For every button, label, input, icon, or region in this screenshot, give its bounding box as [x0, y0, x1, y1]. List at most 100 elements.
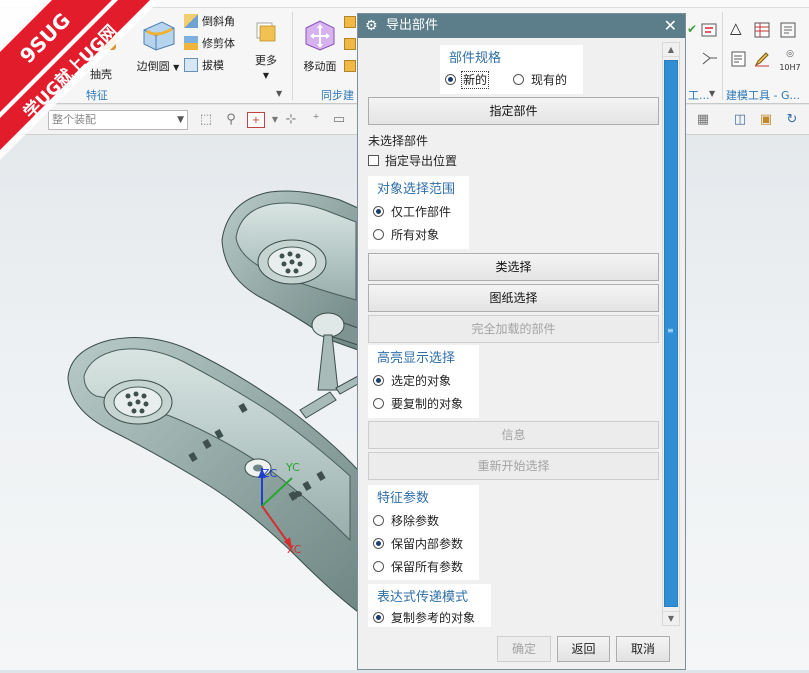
object-scope-title: 对象选择范围 [377, 182, 456, 197]
more-label: 更多 ▼ [255, 54, 277, 80]
draft-icon [184, 58, 198, 72]
trim-body-icon [184, 36, 198, 50]
chamfer-button[interactable]: 倒斜角 [184, 13, 235, 31]
dropdown-arrow-icon[interactable]: ▼ [263, 71, 269, 80]
sync-small-icon[interactable] [344, 16, 356, 28]
watermark-logo: 9SUG 学UG就上UG网 [0, 0, 160, 160]
restart-selection-button[interactable]: 重新开始选择 [368, 452, 659, 480]
snap-point-icon[interactable]: + [247, 112, 265, 128]
expression-mode-group: 表达式传递模式 复制参考的对象 [368, 584, 491, 627]
objects-to-copy-radio[interactable]: 要复制的对象 [373, 395, 463, 413]
part-spec-title: 部件规格 [449, 51, 502, 66]
xc-axis-label: XC [287, 543, 302, 556]
box-select-icon[interactable]: ▭ [330, 112, 348, 128]
checkbox-icon [368, 155, 379, 166]
ok-button[interactable]: 确定 [497, 636, 551, 662]
object-scope-group: 对象选择范围 仅工作部件 所有对象 [368, 176, 469, 249]
back-button[interactable]: 返回 [557, 636, 610, 662]
feature-params-title: 特征参数 [377, 491, 430, 506]
move-face-button[interactable]: 移动面 [298, 16, 342, 74]
render-icon[interactable]: ▣ [757, 112, 775, 128]
layer-icon[interactable]: ▦ [694, 112, 712, 128]
triangle-icon[interactable]: △ [730, 19, 742, 37]
dropdown-arrow-icon[interactable]: ▼ [173, 63, 179, 72]
fully-loaded-parts-button[interactable]: 完全加载的部件 [368, 315, 659, 343]
work-part-only-radio[interactable]: 仅工作部件 [373, 203, 451, 221]
gear-icon[interactable]: ⚙ [365, 14, 378, 38]
drawing-selection-button[interactable]: 图纸选择 [368, 284, 659, 312]
green-check-icon[interactable]: ✔ [687, 22, 697, 36]
radio-unselected-icon [373, 229, 384, 240]
chevron-down-icon: ▼ [177, 115, 184, 125]
yc-axis-label: YC [286, 461, 300, 474]
radio-unselected-icon [373, 398, 384, 409]
scroll-down-arrow-icon[interactable]: ▼ [663, 611, 679, 625]
dimension-icon[interactable] [700, 22, 720, 40]
radio-selected-icon [373, 206, 384, 217]
selected-objects-radio[interactable]: 选定的对象 [373, 372, 451, 390]
tolerance-10h7-icon[interactable]: ◎ 10H7 [779, 50, 801, 73]
copy-referenced-objects-radio[interactable]: 复制参考的对象 [373, 609, 475, 627]
ribbon-separator [722, 12, 723, 100]
specify-part-button[interactable]: 指定部件 [368, 97, 659, 125]
remove-params-radio[interactable]: 移除参数 [373, 512, 439, 530]
sprue-disk [311, 312, 345, 338]
radio-selected-icon [445, 74, 456, 85]
edit-icon[interactable] [754, 51, 770, 67]
dimension-icon[interactable] [700, 50, 720, 68]
highlight-group: 高亮显示选择 选定的对象 要复制的对象 [368, 345, 479, 418]
specify-export-location-checkbox[interactable]: 指定导出位置 [368, 152, 457, 170]
point-icon[interactable]: ⊹ [282, 112, 300, 128]
dropdown-arrow-icon[interactable]: ▼ [276, 89, 282, 98]
more-button[interactable]: 更多 ▼ [246, 18, 286, 81]
radio-unselected-icon [513, 74, 524, 85]
no-part-selected-text: 未选择部件 [368, 134, 429, 148]
radio-selected-icon [373, 538, 384, 549]
all-objects-radio[interactable]: 所有对象 [373, 226, 439, 244]
radio-unselected-icon [373, 515, 384, 526]
part-spec-new-radio[interactable]: 新的 [445, 71, 490, 89]
grip-icon: ≡ [667, 326, 674, 335]
sync-group-label: 同步建 [321, 89, 354, 102]
snap-icon[interactable]: ⁺ [307, 112, 325, 128]
zc-axis-label: ZC [262, 467, 278, 480]
class-selection-button[interactable]: 类选择 [368, 253, 659, 281]
filter-icon[interactable]: ⚲ [222, 112, 240, 128]
dialog-title-bar[interactable]: ⚙ 导出部件 ✕ [358, 14, 685, 38]
move-face-icon [305, 20, 335, 51]
info-button[interactable]: 信息 [368, 421, 659, 449]
keep-all-params-radio[interactable]: 保留所有参数 [373, 558, 463, 576]
select-icon[interactable]: ⬚ [197, 112, 215, 128]
draft-button[interactable]: 拔模 [184, 57, 224, 75]
cancel-button[interactable]: 取消 [616, 636, 670, 662]
watermark-ribbon-icon [0, 0, 160, 160]
dialog-scrollbar[interactable]: ▲ ≡ ▼ [662, 42, 680, 626]
table-icon[interactable] [754, 22, 770, 38]
trim-body-button[interactable]: 修剪体 [184, 35, 235, 53]
expression-mode-title: 表达式传递模式 [377, 590, 469, 605]
keep-internal-params-radio[interactable]: 保留内部参数 [373, 535, 463, 553]
export-part-dialog: ⚙ 导出部件 ✕ 部件规格 新的 现有的 指定部件 未选择部件 指定导出位置 对… [357, 13, 686, 670]
note-icon[interactable] [731, 51, 747, 67]
close-icon[interactable]: ✕ [664, 14, 677, 38]
sheet-icon[interactable] [780, 22, 796, 38]
part-spec-group: 部件规格 新的 现有的 [440, 45, 583, 94]
radio-unselected-icon [373, 561, 384, 572]
move-face-label: 移动面 [303, 60, 337, 73]
refresh-icon[interactable]: ↻ [783, 112, 801, 128]
ribbon-separator [292, 12, 293, 100]
right-group-label: 工... [688, 89, 710, 102]
modeling-tools-group-label: 建模工具 - G... [726, 89, 800, 102]
sync-small-icon[interactable] [344, 60, 356, 72]
part-spec-existing-radio[interactable]: 现有的 [513, 71, 567, 89]
hole-icon: ◎ [786, 49, 794, 59]
view-icon[interactable]: ◫ [731, 112, 749, 128]
sync-small-icon[interactable] [344, 38, 356, 50]
chamfer-icon [184, 14, 198, 28]
dropdown-arrow-icon[interactable]: ▼ [709, 89, 715, 98]
highlight-title: 高亮显示选择 [377, 351, 456, 366]
radio-selected-icon [373, 375, 384, 386]
radio-selected-icon [373, 612, 384, 623]
scroll-up-arrow-icon[interactable]: ▲ [663, 43, 679, 57]
scroll-thumb[interactable]: ≡ [664, 60, 678, 607]
